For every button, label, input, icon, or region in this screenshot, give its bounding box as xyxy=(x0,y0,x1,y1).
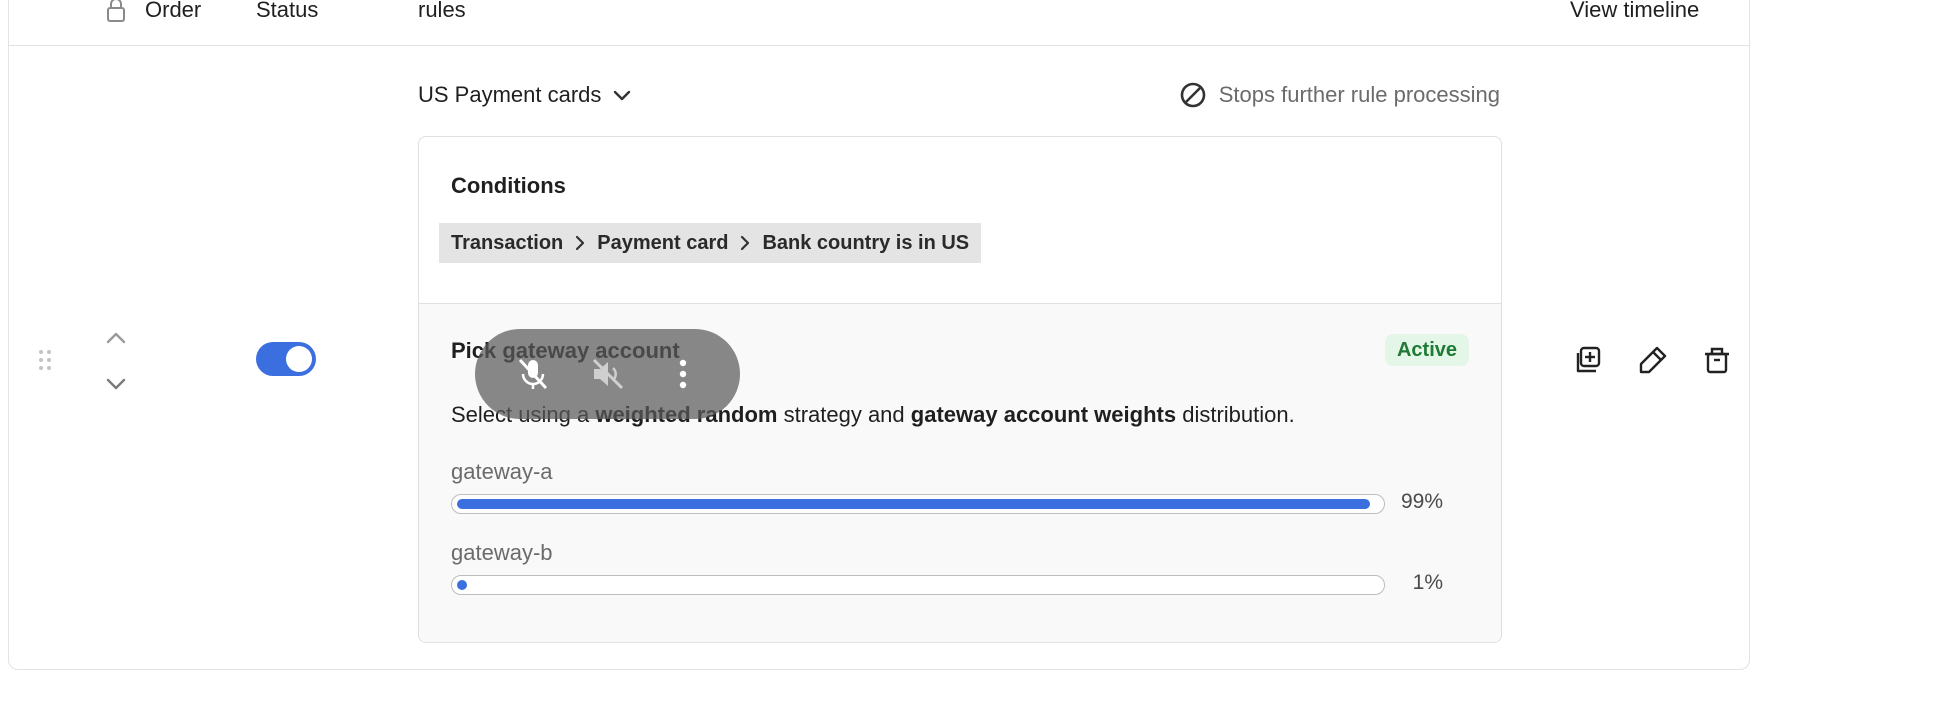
mic-off-icon[interactable] xyxy=(513,354,553,394)
stops-processing-label: Stops further rule processing xyxy=(1218,82,1500,107)
view-timeline-link[interactable]: View timeline xyxy=(1570,0,1699,24)
stops-processing-indicator: Stops further rule processing xyxy=(1179,80,1500,110)
move-up-icon[interactable] xyxy=(104,328,128,348)
gateway-a-label: gateway-a xyxy=(451,459,553,484)
gateway-a-weight-fill xyxy=(457,499,1370,509)
chevron-right-icon xyxy=(741,235,750,251)
chevron-right-icon xyxy=(576,235,585,251)
toggle-knob xyxy=(286,346,312,372)
chevron-down-icon xyxy=(614,90,631,101)
rule-name-dropdown[interactable]: US Payment cards xyxy=(418,80,633,110)
column-header-order[interactable]: Order xyxy=(145,0,201,24)
column-header-rules: rules xyxy=(418,0,466,22)
header-divider xyxy=(8,45,1750,46)
drag-handle-icon[interactable] xyxy=(37,348,53,372)
gateway-a-weight-bar xyxy=(451,494,1385,514)
gateway-a-percent: 99% xyxy=(1400,490,1443,513)
desc-distribution: gateway account weights xyxy=(910,402,1177,427)
gateway-b-percent: 1% xyxy=(1412,571,1443,594)
delete-icon[interactable] xyxy=(1699,342,1735,378)
gateway-b-weight-fill xyxy=(457,580,467,590)
media-control-overlay xyxy=(475,329,740,419)
desc-middle: strategy and xyxy=(783,402,905,427)
block-icon xyxy=(1180,82,1206,108)
edit-icon[interactable] xyxy=(1635,342,1671,378)
rule-status-toggle[interactable] xyxy=(256,342,316,376)
rule-name: US Payment cards xyxy=(418,82,602,107)
status-badge: Active xyxy=(1384,334,1469,366)
conditions-title: Conditions xyxy=(451,173,566,198)
move-down-icon[interactable] xyxy=(104,374,128,394)
volume-off-icon[interactable] xyxy=(588,354,628,394)
more-vertical-icon[interactable] xyxy=(663,354,703,394)
condition-part-payment-card: Payment card xyxy=(597,231,729,254)
gateway-b-weight-bar xyxy=(451,575,1385,595)
condition-breadcrumb: Transaction Payment card Bank country is… xyxy=(439,223,982,263)
condition-part-transaction: Transaction xyxy=(451,231,564,254)
lock-icon xyxy=(107,0,125,22)
gateway-b-label: gateway-b xyxy=(451,540,553,565)
condition-part-bank-country: Bank country is in US xyxy=(762,231,970,254)
desc-suffix: distribution. xyxy=(1182,402,1295,427)
column-header-status: Status xyxy=(256,0,319,22)
duplicate-icon[interactable] xyxy=(1571,342,1607,378)
